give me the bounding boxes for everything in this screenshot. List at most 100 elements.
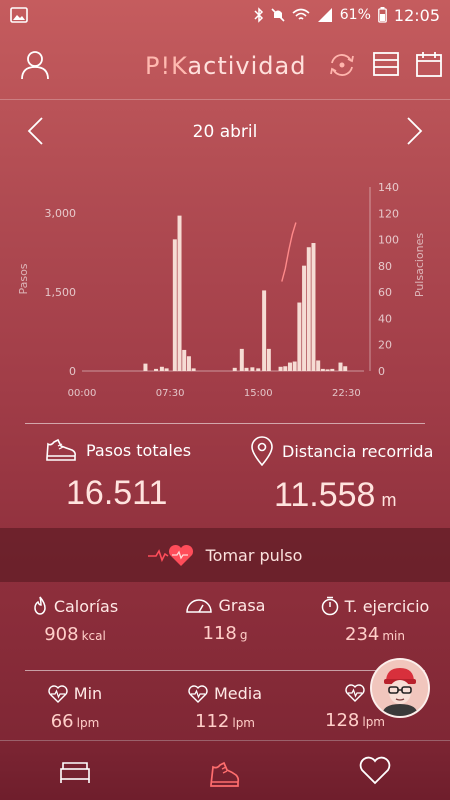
bar — [256, 368, 261, 371]
y2-tick-label: 120 — [378, 207, 399, 220]
distance-unit: m — [381, 490, 397, 510]
heart-icon — [359, 756, 391, 785]
list-view-button[interactable] — [372, 50, 400, 82]
bar — [143, 363, 148, 371]
y2-axis-title: Pulsaciones — [413, 233, 426, 298]
nav-sleep[interactable] — [58, 755, 92, 789]
bottom-navigation — [0, 740, 450, 800]
bar — [278, 366, 283, 371]
mute-icon — [271, 8, 285, 22]
bar — [266, 348, 271, 371]
activity-shoe-icon — [210, 761, 240, 787]
previous-day-button[interactable] — [25, 116, 45, 150]
nav-heart[interactable] — [358, 755, 392, 789]
bar — [325, 369, 330, 371]
bar — [287, 362, 292, 371]
bar — [316, 360, 321, 371]
y2-tick-label: 80 — [378, 260, 392, 273]
y-axis-title: Pasos — [17, 263, 30, 294]
next-day-button[interactable] — [405, 116, 425, 150]
status-bar: 61% 12:05 — [0, 0, 450, 30]
distance-value-row: 11.558 m — [274, 476, 433, 515]
fat-unit: g — [239, 628, 248, 642]
distance-value: 11.558 — [274, 476, 376, 514]
calories-stat: Calorías 908 kcal — [0, 596, 150, 645]
pulse-line — [281, 222, 297, 282]
heart-min-unit: lpm — [76, 716, 100, 730]
clock: 12:05 — [393, 5, 440, 25]
calories-label: Calorías — [53, 596, 119, 616]
sync-icon — [330, 54, 354, 76]
bluetooth-icon — [254, 7, 263, 23]
battery-icon — [378, 7, 387, 23]
calories-unit: kcal — [81, 629, 106, 643]
assistant-avatar-button[interactable] — [370, 658, 430, 718]
heart-avg-value: 112 — [195, 711, 230, 732]
calendar-button[interactable] — [415, 50, 443, 82]
bar — [239, 348, 244, 371]
divider — [25, 670, 425, 671]
fat-stat: Grasa 118 g — [150, 596, 300, 644]
heart-pulse-icon — [147, 544, 193, 566]
bar — [283, 366, 288, 371]
x-tick-label: 00:00 — [68, 388, 97, 399]
y-tick-label: 1,500 — [45, 286, 77, 299]
x-tick-label: 22:30 — [332, 388, 361, 399]
bar — [306, 247, 311, 371]
y-tick-label: 0 — [69, 365, 76, 378]
calendar-icon — [416, 52, 442, 77]
bar — [250, 367, 255, 371]
user-button[interactable] — [20, 50, 50, 84]
steps-label: Pasos totales — [86, 440, 192, 460]
bar — [191, 368, 196, 371]
wifi-icon — [292, 8, 310, 20]
heart-avg-stat: Media 112 lpm — [150, 684, 300, 732]
bar — [159, 366, 164, 371]
heart-rate-icon — [345, 684, 365, 702]
steps-value: 16.511 — [66, 474, 168, 512]
bar — [292, 361, 297, 371]
bar — [232, 367, 237, 371]
avatar-cartoon-icon — [372, 660, 428, 716]
sneaker-icon — [46, 438, 76, 461]
location-pin-icon — [251, 436, 273, 466]
y2-tick-label: 20 — [378, 339, 392, 352]
take-pulse-label: Tomar pulso — [205, 545, 303, 565]
exercise-value: 234 — [345, 624, 380, 645]
bar — [262, 290, 267, 371]
image-icon — [10, 7, 28, 23]
sync-button[interactable] — [327, 50, 357, 84]
current-date: 20 abril — [192, 122, 258, 142]
date-navigation: 20 abril — [0, 110, 450, 154]
app-logo-prefix: P!K — [145, 52, 188, 80]
heart-max-unit: lpm — [362, 715, 385, 729]
heart-min-stat: Min 66 lpm — [0, 684, 150, 732]
steps-total: Pasos totales 16.511 — [44, 436, 191, 513]
bar — [302, 265, 307, 371]
y-tick-label: 3,000 — [45, 207, 77, 220]
bar — [154, 368, 159, 371]
bar — [311, 243, 316, 371]
fat-value: 118 — [202, 623, 237, 644]
flame-icon — [34, 596, 46, 615]
bar — [182, 349, 187, 371]
list-icon — [373, 52, 399, 76]
heart-max-value: 128 — [325, 710, 360, 731]
x-tick-label: 15:00 — [244, 388, 273, 399]
user-icon — [21, 51, 49, 80]
heart-min-value: 66 — [50, 711, 74, 732]
distance-total: Distancia recorrida 11.558 m — [250, 436, 433, 515]
bar — [186, 356, 191, 371]
totals-section: Pasos totales 16.511 Distancia recorrida… — [0, 436, 450, 526]
y2-tick-label: 100 — [378, 234, 399, 247]
nav-activity[interactable] — [205, 755, 241, 793]
app-bar: P!Kactividad — [0, 30, 450, 100]
y2-tick-label: 140 — [378, 181, 399, 194]
bar — [320, 368, 325, 371]
calories-value: 908 — [44, 624, 79, 645]
heart-min-label: Min — [73, 684, 103, 703]
take-pulse-button[interactable]: Tomar pulso — [0, 528, 450, 582]
divider — [25, 423, 425, 424]
y2-tick-label: 40 — [378, 312, 392, 325]
exercise-unit: min — [382, 629, 405, 643]
